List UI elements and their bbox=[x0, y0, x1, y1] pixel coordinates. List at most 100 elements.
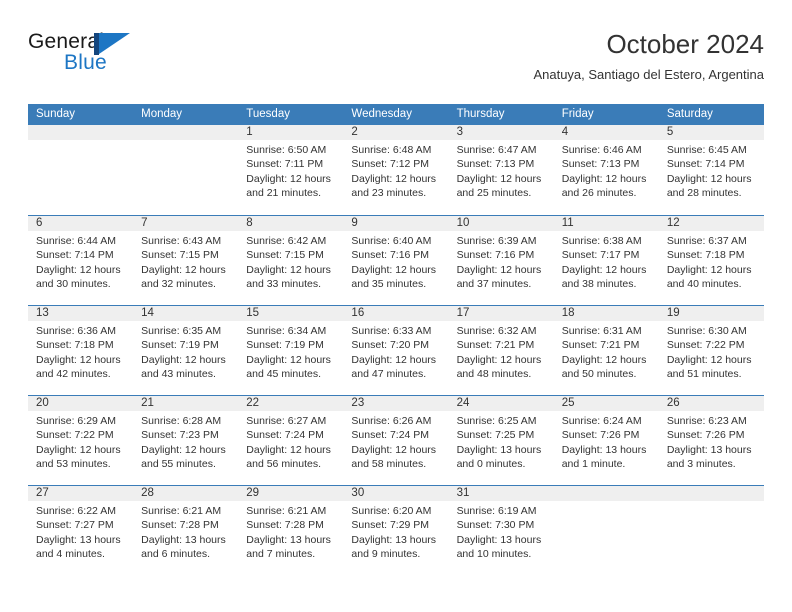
day-number: 17 bbox=[456, 307, 470, 319]
sunrise-text: Sunrise: 6:21 AM bbox=[246, 505, 327, 517]
day-cell-16[interactable]: 16 Sunrise: 6:33 AM Sunset: 7:20 PM Dayligh… bbox=[343, 306, 449, 395]
day-number-band: 22 bbox=[238, 396, 344, 411]
sunset-text: Sunset: 7:12 PM bbox=[351, 158, 430, 171]
day-cell-29[interactable]: 29 Sunrise: 6:21 AM Sunset: 7:28 PM Dayligh… bbox=[238, 486, 344, 575]
day-cell-19[interactable]: 19 Sunrise: 6:30 AM Sunset: 7:22 PM Dayligh… bbox=[658, 306, 764, 395]
day-details: Sunrise: 6:45 AM Sunset: 7:14 PM Daylight:… bbox=[659, 140, 764, 200]
daylight-text-line1: Daylight: 12 hours bbox=[456, 353, 542, 366]
sunrise-text: Sunrise: 6:37 AM bbox=[666, 235, 747, 247]
sunrise-text: Sunrise: 6:39 AM bbox=[456, 235, 537, 247]
day-cell-2[interactable]: 2 Sunrise: 6:48 AM Sunset: 7:12 PM Daylight… bbox=[343, 125, 449, 215]
day-number: 12 bbox=[666, 217, 680, 229]
daylight-text-line2: and 45 minutes. bbox=[246, 367, 321, 380]
sunrise-text: Sunrise: 6:47 AM bbox=[456, 144, 537, 156]
weekday-header-thursday: Thursday bbox=[456, 108, 505, 120]
day-number: 3 bbox=[456, 126, 463, 138]
day-cell-22[interactable]: 22 Sunrise: 6:27 AM Sunset: 7:24 PM Dayligh… bbox=[238, 396, 344, 485]
sunrise-text: Sunrise: 6:22 AM bbox=[36, 505, 116, 517]
day-cell-7[interactable]: 7 Sunrise: 6:43 AM Sunset: 7:15 PM Daylight… bbox=[133, 216, 239, 305]
day-cell-28[interactable]: 28 Sunrise: 6:21 AM Sunset: 7:28 PM Dayligh… bbox=[133, 486, 239, 575]
day-number: 25 bbox=[561, 397, 575, 409]
sunset-text: Sunset: 7:19 PM bbox=[141, 339, 219, 352]
sunrise-text: Sunrise: 6:19 AM bbox=[456, 505, 537, 517]
day-cell-5[interactable]: 5 Sunrise: 6:45 AM Sunset: 7:14 PM Daylight… bbox=[658, 125, 764, 215]
day-details: Sunrise: 6:24 AM Sunset: 7:26 PM Daylight:… bbox=[554, 411, 659, 471]
day-cell-3[interactable]: 3 Sunrise: 6:47 AM Sunset: 7:13 PM Daylight… bbox=[448, 125, 554, 215]
day-details: Sunrise: 6:36 AM Sunset: 7:18 PM Daylight:… bbox=[28, 321, 133, 381]
daylight-text-line1: Daylight: 12 hours bbox=[246, 353, 331, 366]
weekday-header-row: Sunday Monday Tuesday Wednesday Thursday Frid… bbox=[28, 104, 764, 125]
daylight-text-line1: Daylight: 12 hours bbox=[666, 263, 752, 276]
day-details: Sunrise: 6:30 AM Sunset: 7:22 PM Daylight:… bbox=[659, 321, 764, 381]
daylight-text-line1: Daylight: 13 hours bbox=[456, 443, 542, 456]
day-cell-27[interactable]: 27 Sunrise: 6:22 AM Sunset: 7:27 PM Dayligh… bbox=[28, 486, 134, 575]
day-number: 6 bbox=[36, 217, 43, 229]
daylight-text-line1: Daylight: 12 hours bbox=[561, 172, 647, 185]
day-cell-21[interactable]: 21 Sunrise: 6:28 AM Sunset: 7:23 PM Dayligh… bbox=[133, 396, 239, 485]
day-cell-10[interactable]: 10 Sunrise: 6:39 AM Sunset: 7:16 PM Dayligh… bbox=[448, 216, 554, 305]
sunset-text: Sunset: 7:27 PM bbox=[36, 519, 114, 532]
day-number-band bbox=[553, 486, 659, 501]
daylight-text-line1: Daylight: 13 hours bbox=[36, 533, 121, 546]
day-number-band: 26 bbox=[658, 396, 764, 411]
day-cell-17[interactable]: 17 Sunrise: 6:32 AM Sunset: 7:21 PM Dayligh… bbox=[448, 306, 554, 395]
day-details: Sunrise: 6:23 AM Sunset: 7:26 PM Daylight:… bbox=[659, 411, 764, 471]
day-number-band: 30 bbox=[343, 486, 449, 501]
day-cell-15[interactable]: 15 Sunrise: 6:34 AM Sunset: 7:19 PM Dayligh… bbox=[238, 306, 344, 395]
daylight-text-line1: Daylight: 13 hours bbox=[351, 533, 437, 546]
daylight-text-line2: and 23 minutes. bbox=[351, 186, 427, 199]
sunrise-text: Sunrise: 6:42 AM bbox=[246, 235, 327, 247]
day-cell-4[interactable]: 4 Sunrise: 6:46 AM Sunset: 7:13 PM Daylight… bbox=[553, 125, 659, 215]
sunset-text: Sunset: 7:14 PM bbox=[36, 249, 114, 262]
daylight-text-line1: Daylight: 12 hours bbox=[561, 263, 647, 276]
day-cell-18[interactable]: 18 Sunrise: 6:31 AM Sunset: 7:21 PM Dayligh… bbox=[553, 306, 659, 395]
sunset-text: Sunset: 7:11 PM bbox=[246, 158, 324, 171]
day-details: Sunrise: 6:19 AM Sunset: 7:30 PM Daylight:… bbox=[449, 501, 554, 561]
daylight-text-line1: Daylight: 12 hours bbox=[36, 263, 121, 276]
day-number-band: 17 bbox=[448, 306, 554, 321]
day-cell-25[interactable]: 25 Sunrise: 6:24 AM Sunset: 7:26 PM Dayligh… bbox=[553, 396, 659, 485]
day-cell-14[interactable]: 14 Sunrise: 6:35 AM Sunset: 7:19 PM Dayligh… bbox=[133, 306, 239, 395]
weekday-header-monday: Monday bbox=[141, 108, 183, 120]
day-number: 18 bbox=[561, 307, 575, 319]
day-cell-23[interactable]: 23 Sunrise: 6:26 AM Sunset: 7:24 PM Dayligh… bbox=[343, 396, 449, 485]
general-blue-logo[interactable]: General Blue bbox=[28, 30, 158, 86]
day-cell-24[interactable]: 24 Sunrise: 6:25 AM Sunset: 7:25 PM Dayligh… bbox=[448, 396, 554, 485]
sunset-text: Sunset: 7:30 PM bbox=[456, 519, 535, 532]
day-cell-26[interactable]: 26 Sunrise: 6:23 AM Sunset: 7:26 PM Dayligh… bbox=[658, 396, 764, 485]
sunset-text: Sunset: 7:28 PM bbox=[246, 519, 324, 532]
day-cell-11[interactable]: 11 Sunrise: 6:38 AM Sunset: 7:17 PM Dayligh… bbox=[553, 216, 659, 305]
calendar-week-row: 27 Sunrise: 6:22 AM Sunset: 7:27 PM Dayligh… bbox=[28, 485, 764, 575]
daylight-text-line2: and 37 minutes. bbox=[456, 277, 532, 290]
sunset-text: Sunset: 7:28 PM bbox=[141, 519, 219, 532]
day-number-band: 16 bbox=[343, 306, 449, 321]
day-cell-6[interactable]: 6 Sunrise: 6:44 AM Sunset: 7:14 PM Daylight… bbox=[28, 216, 134, 305]
day-cell-31[interactable]: 31 Sunrise: 6:19 AM Sunset: 7:30 PM Dayligh… bbox=[448, 486, 554, 575]
sunset-text: Sunset: 7:22 PM bbox=[36, 429, 114, 442]
day-cell-13[interactable]: 13 Sunrise: 6:36 AM Sunset: 7:18 PM Dayligh… bbox=[28, 306, 134, 395]
day-cell-empty bbox=[658, 486, 764, 575]
daylight-text-line2: and 58 minutes. bbox=[351, 457, 427, 470]
day-details: Sunrise: 6:31 AM Sunset: 7:21 PM Daylight:… bbox=[554, 321, 659, 381]
sunrise-text: Sunrise: 6:21 AM bbox=[141, 505, 222, 517]
day-cell-1[interactable]: 1 Sunrise: 6:50 AM Sunset: 7:11 PM Daylight… bbox=[238, 125, 344, 215]
day-details: Sunrise: 6:33 AM Sunset: 7:20 PM Daylight:… bbox=[343, 321, 448, 381]
day-cell-20[interactable]: 20 Sunrise: 6:29 AM Sunset: 7:22 PM Dayligh… bbox=[28, 396, 134, 485]
day-cell-8[interactable]: 8 Sunrise: 6:42 AM Sunset: 7:15 PM Daylight… bbox=[238, 216, 344, 305]
day-number-band: 1 bbox=[238, 125, 344, 140]
day-details: Sunrise: 6:29 AM Sunset: 7:22 PM Daylight:… bbox=[28, 411, 133, 471]
day-number-band: 25 bbox=[553, 396, 659, 411]
day-cell-9[interactable]: 9 Sunrise: 6:40 AM Sunset: 7:16 PM Daylight… bbox=[343, 216, 449, 305]
day-number-band: 2 bbox=[343, 125, 449, 140]
day-details: Sunrise: 6:25 AM Sunset: 7:25 PM Daylight:… bbox=[449, 411, 554, 471]
day-number-band: 19 bbox=[658, 306, 764, 321]
sunset-text: Sunset: 7:18 PM bbox=[666, 249, 745, 262]
daylight-text-line2: and 25 minutes. bbox=[456, 186, 532, 199]
daylight-text-line1: Daylight: 12 hours bbox=[141, 353, 226, 366]
daylight-text-line1: Daylight: 12 hours bbox=[246, 443, 331, 456]
day-cell-12[interactable]: 12 Sunrise: 6:37 AM Sunset: 7:18 PM Dayligh… bbox=[658, 216, 764, 305]
day-cell-30[interactable]: 30 Sunrise: 6:20 AM Sunset: 7:29 PM Dayligh… bbox=[343, 486, 449, 575]
sunrise-text: Sunrise: 6:34 AM bbox=[246, 325, 327, 337]
daylight-text-line1: Daylight: 12 hours bbox=[36, 353, 121, 366]
sunrise-text: Sunrise: 6:44 AM bbox=[36, 235, 116, 247]
